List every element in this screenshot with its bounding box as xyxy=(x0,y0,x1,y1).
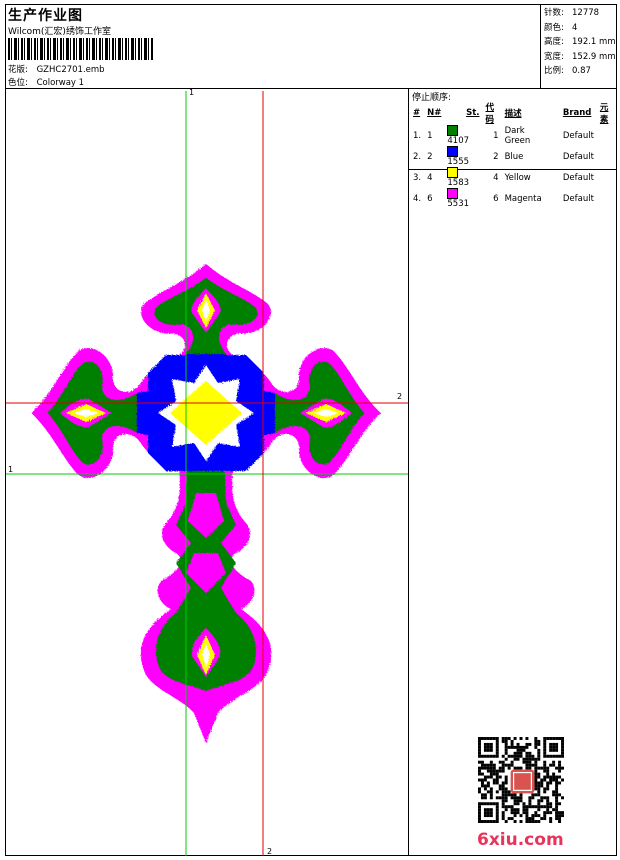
row-brand: Default xyxy=(562,172,594,183)
col-brand: Brand xyxy=(562,108,592,118)
colorway-value: Colorway 1 xyxy=(36,78,85,88)
row-code: 1 xyxy=(493,130,499,141)
col-needle: N# xyxy=(427,108,442,118)
stat-stitches: 针数: 12778 xyxy=(544,8,600,18)
watermark-logo: 6xiu.com xyxy=(477,830,564,850)
table-header-row: # N# St. 代码 描述 Brand 元素 xyxy=(410,101,616,125)
guide-label-green-top: 1 xyxy=(189,88,195,97)
stat-scale: 比例: 0.87 xyxy=(544,66,591,76)
cross-design xyxy=(31,263,381,743)
row-code: 6 xyxy=(493,193,499,204)
table-row: 3. 4 1583 4 Yellow Default xyxy=(410,167,616,188)
page-title: 生产作业图 xyxy=(8,8,83,24)
row-stitches: 1583 xyxy=(444,167,482,188)
production-sheet: 生产作业图 Wilcom(汇宏)绣饰工作室 花版: GZHC2701.emb 色… xyxy=(5,4,617,856)
row-stitches: 4107 xyxy=(444,125,482,146)
row-needle: 4 xyxy=(427,172,433,183)
row-element xyxy=(597,146,616,167)
qr-code xyxy=(478,737,564,823)
embroidery-design-canvas xyxy=(6,91,408,856)
row-description: Magenta xyxy=(504,193,542,204)
table-row: 1. 1 4107 1 Dark Green Default xyxy=(410,125,616,146)
header-divider xyxy=(6,88,616,89)
stat-height: 高度: 192.1 mm xyxy=(544,37,616,47)
col-stitches: St. xyxy=(466,108,480,118)
table-row: 2. 2 1555 2 Blue Default xyxy=(410,146,616,167)
color-swatch xyxy=(447,188,459,199)
row-needle: 1 xyxy=(427,130,433,141)
colorway-label: 色位: xyxy=(8,78,28,88)
row-needle: 2 xyxy=(427,151,433,162)
stats-divider xyxy=(540,5,541,88)
barcode xyxy=(8,38,154,60)
col-code: 代码 xyxy=(485,103,495,125)
row-brand: Default xyxy=(562,130,594,141)
color-swatch xyxy=(447,167,459,178)
guide-label-red-right: 2 xyxy=(397,392,403,401)
guide-label-red-bottom: 2 xyxy=(267,847,273,856)
guide-label-green-left: 1 xyxy=(8,465,14,474)
row-element xyxy=(597,188,616,209)
row-brand: Default xyxy=(562,151,594,162)
row-description: Dark Green xyxy=(504,125,531,146)
row-needle: 6 xyxy=(427,193,433,204)
pattern-row: 花版: GZHC2701.emb xyxy=(8,63,105,75)
pattern-label: 花版: xyxy=(8,65,28,75)
stats-panel: 针数: 12778 颜色: 4 高度: 192.1 mm 宽度: 152.9 mm 比例… xyxy=(544,6,616,79)
table-row: 4. 6 5531 6 Magenta Default xyxy=(410,188,616,209)
colorway-row: 色位: Colorway 1 xyxy=(8,76,84,88)
stat-colors: 颜色: 4 xyxy=(544,22,578,33)
row-index: 4. xyxy=(413,193,422,204)
color-swatch xyxy=(447,146,459,157)
row-description: Blue xyxy=(504,151,524,162)
row-index: 1. xyxy=(413,130,422,141)
row-brand: Default xyxy=(562,193,594,204)
row-stitches: 1555 xyxy=(444,146,482,167)
row-element xyxy=(597,167,616,188)
col-element: 元素 xyxy=(599,103,609,125)
panel-divider xyxy=(408,88,409,855)
col-description: 描述 xyxy=(504,109,522,119)
row-code: 4 xyxy=(493,172,499,183)
col-index: # xyxy=(413,108,421,118)
software-name: Wilcom(汇宏)绣饰工作室 xyxy=(8,27,111,37)
row-index: 2. xyxy=(413,151,422,162)
row-stitches: 5531 xyxy=(444,188,482,209)
color-swatch xyxy=(447,125,459,136)
stat-width: 宽度: 152.9 mm xyxy=(544,51,616,62)
row-index: 3. xyxy=(413,172,422,183)
pattern-value: GZHC2701.emb xyxy=(36,65,105,75)
row-code: 2 xyxy=(493,151,499,162)
row-element xyxy=(597,125,616,146)
row-description: Yellow xyxy=(504,172,531,183)
color-sequence-table: # N# St. 代码 描述 Brand 元素 1. 1 4107 1 Dark Gr… xyxy=(410,101,616,209)
